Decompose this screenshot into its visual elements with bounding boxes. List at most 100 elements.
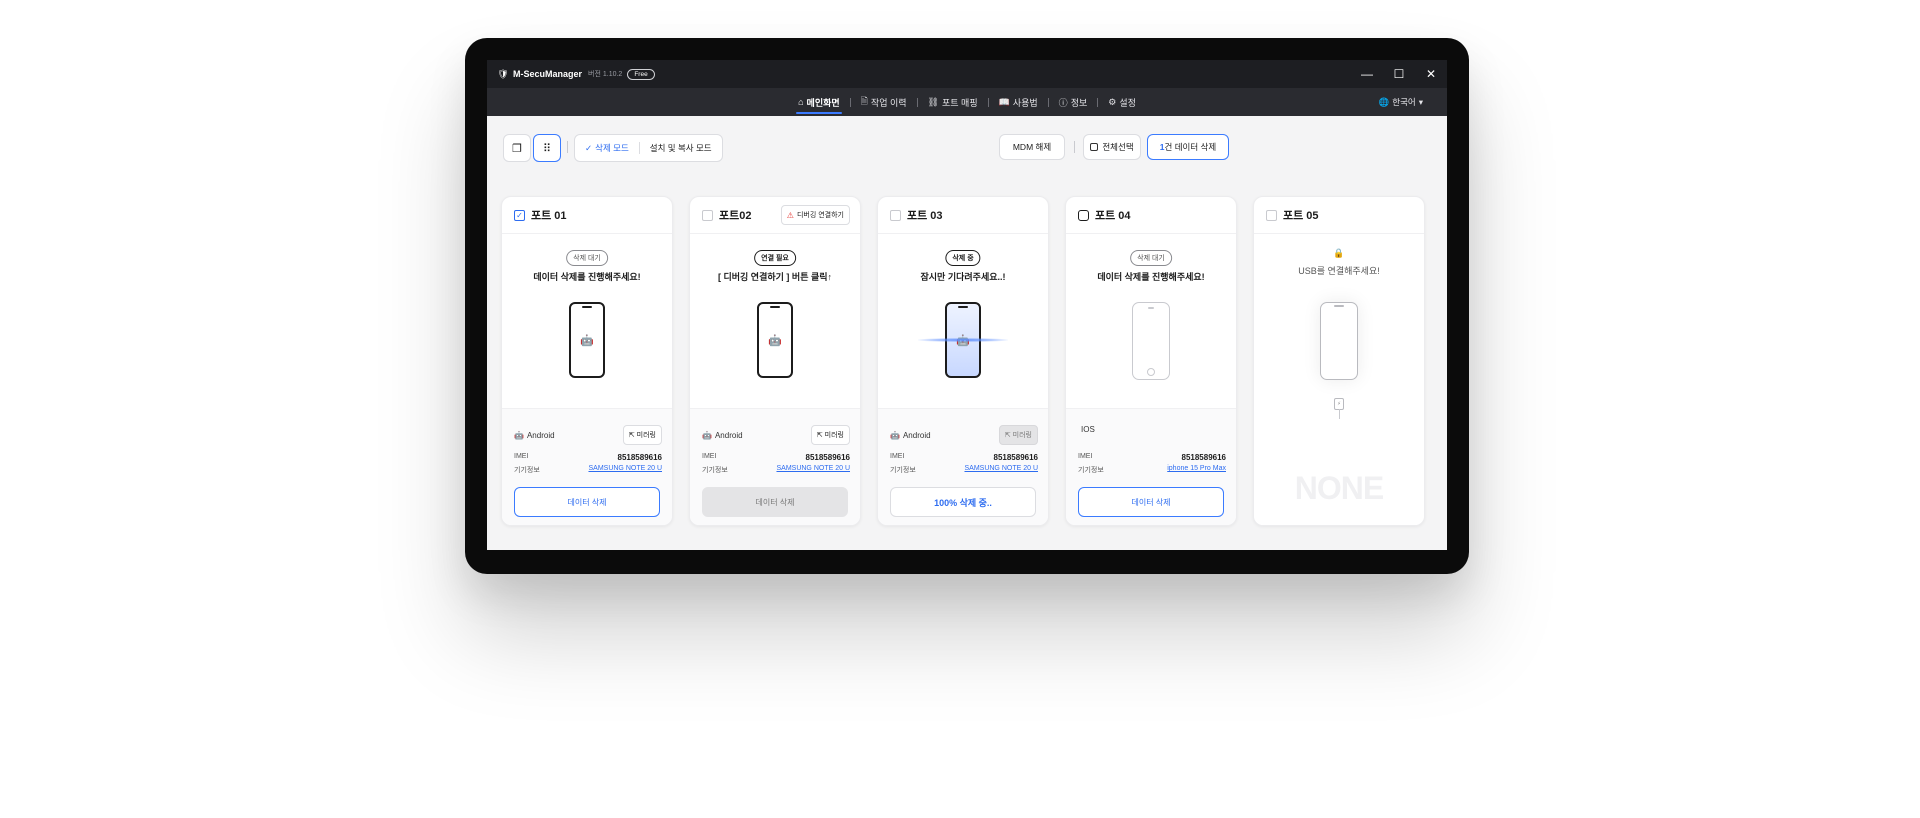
- delete-data-button[interactable]: 데이터 삭제: [1078, 487, 1224, 517]
- card-body: 🔒 USB를 연결해주세요! ⚡ NONE: [1254, 234, 1424, 525]
- nav-item-settings[interactable]: ⚙ 설정: [1100, 88, 1144, 116]
- link-icon: ⛓: [927, 96, 939, 107]
- imei-label: IMEI: [1078, 453, 1093, 460]
- android-icon: 🤖: [890, 430, 900, 440]
- nav-item-usage[interactable]: 📖 사용법: [991, 88, 1046, 116]
- check-icon: ✓: [585, 142, 593, 153]
- nav-divider: [849, 97, 851, 107]
- card-body: 삭제 중 잠시만 기다려주세요..! 🤖: [878, 234, 1048, 408]
- select-all-button[interactable]: 전체선택: [1083, 134, 1141, 160]
- language-select[interactable]: 🌐 한국어 ▾: [1379, 88, 1423, 116]
- delete-data-button[interactable]: 데이터 삭제: [514, 487, 660, 517]
- nav-item-history[interactable]: 🗎 작업 이력: [853, 88, 915, 116]
- delete-mode-button[interactable]: ✓ 삭제 모드: [575, 135, 639, 161]
- card-header: 포트02 ⚠ 디버깅 연결하기: [690, 197, 860, 234]
- mirroring-label: 미러링: [1012, 432, 1032, 439]
- nav-divider: [1047, 97, 1049, 107]
- toolbar-divider: [1074, 141, 1075, 153]
- card-header: ✓ 포트 01: [502, 197, 672, 234]
- status-message: 데이터 삭제를 진행해주세요!: [533, 272, 641, 282]
- chevron-down-icon: ▾: [1418, 96, 1423, 107]
- debug-connect-button[interactable]: ⚠ 디버깅 연결하기: [780, 205, 850, 225]
- card-body: 삭제 대기 데이터 삭제를 진행해주세요!: [1066, 234, 1236, 408]
- card-header: 포트 05: [1254, 197, 1424, 234]
- close-button[interactable]: ✕: [1415, 60, 1447, 88]
- delete-selected-label: 건 데이터 삭제: [1164, 142, 1217, 152]
- port-checkbox[interactable]: ✓: [514, 209, 525, 221]
- imei-value: 8518589616: [993, 453, 1039, 462]
- external-link-icon: ⇱: [628, 432, 635, 439]
- book-icon: 📖: [998, 96, 1010, 107]
- mdm-release-button[interactable]: MDM 해제: [999, 134, 1065, 160]
- card-body: 연결 필요 [ 디버깅 연결하기 ] 버튼 클릭↑ 🤖: [690, 234, 860, 408]
- delete-selected-button[interactable]: 1 건 데이터 삭제: [1147, 134, 1229, 160]
- mirroring-button[interactable]: ⇱ 미러링: [622, 425, 662, 445]
- device-row: 기기정보 SAMSUNG NOTE 20 U: [890, 465, 1038, 475]
- os-name: Android: [902, 430, 931, 440]
- install-copy-mode-button[interactable]: 설치 및 복사 모드: [640, 135, 722, 161]
- mirroring-button[interactable]: ⇱ 미러링: [810, 425, 850, 445]
- home-icon: ⌂: [798, 97, 804, 107]
- card-footer: 🤖 Android ⇱ 미러링 IMEI 8518589616 기기정보 SAM…: [690, 408, 860, 525]
- os-row: 🤖 Android ⇱ 미러링: [702, 425, 850, 445]
- os-row: IOS: [1078, 425, 1226, 434]
- port-checkbox[interactable]: [702, 209, 713, 221]
- usb-cable: [1339, 409, 1340, 419]
- info-icon: ⓘ: [1058, 97, 1068, 108]
- card-header: 포트 03: [878, 197, 1048, 234]
- imei-label: IMEI: [890, 453, 905, 460]
- delete-data-button: 데이터 삭제: [702, 487, 848, 517]
- nav-label: 포트 매핑: [941, 97, 978, 108]
- nav-item-port-mapping[interactable]: ⛓ 포트 매핑: [920, 88, 986, 116]
- device-link[interactable]: SAMSUNG NOTE 20 U: [588, 465, 662, 475]
- grid-view-button[interactable]: ⠿: [533, 134, 561, 162]
- device-label: 기기정보: [1078, 467, 1104, 474]
- port-card: 포트 03 삭제 중 잠시만 기다려주세요..! 🤖 🤖 Android ⇱: [877, 196, 1049, 526]
- nav-item-main[interactable]: ⌂ 메인화면: [790, 88, 848, 116]
- status-message: [ 디버깅 연결하기 ] 버튼 클릭↑: [717, 272, 833, 282]
- os-label: IOS: [1078, 425, 1095, 434]
- os-label: 🤖 Android: [702, 431, 743, 440]
- phone-illustration: 🤖: [757, 302, 793, 378]
- device-label: 기기정보: [514, 467, 540, 474]
- maximize-button[interactable]: ☐: [1383, 60, 1415, 88]
- language-label: 한국어: [1392, 97, 1416, 107]
- app-window: 🛡 M-SecuManager 버전 1.10.2 Free — ☐ ✕ ⌂ 메…: [487, 60, 1447, 550]
- android-icon: 🤖: [768, 334, 782, 347]
- android-icon: 🤖: [702, 430, 712, 440]
- mode-switch: ✓ 삭제 모드 설치 및 복사 모드: [574, 134, 723, 162]
- imei-label: IMEI: [702, 453, 717, 460]
- app-version: 버전 1.10.2: [588, 71, 623, 78]
- port-card: 포트 05 🔒 USB를 연결해주세요! ⚡ NONE: [1253, 196, 1425, 526]
- imei-row: IMEI 8518589616: [702, 453, 850, 462]
- nav-divider: [1097, 97, 1099, 107]
- device-link[interactable]: SAMSUNG NOTE 20 U: [776, 465, 850, 475]
- toolbar: ❐ ⠿ ✓ 삭제 모드 설치 및 복사 모드 MDM 해제 전체선택 1 건 데…: [487, 116, 1447, 176]
- card-view-button[interactable]: ❐: [503, 134, 531, 162]
- device-row: 기기정보 iphone 15 Pro Max: [1078, 465, 1226, 475]
- phone-placeholder: [1320, 302, 1358, 380]
- app-logo-icon: 🛡: [497, 68, 509, 79]
- port-checkbox[interactable]: [1078, 209, 1089, 221]
- warning-icon: ⚠: [786, 210, 794, 220]
- port-checkbox[interactable]: [1266, 209, 1277, 221]
- device-link[interactable]: SAMSUNG NOTE 20 U: [964, 465, 1038, 475]
- document-icon: 🗎: [860, 96, 868, 106]
- app-title: M-SecuManager: [513, 69, 583, 79]
- external-link-icon: ⇱: [816, 432, 823, 439]
- nav-label: 작업 이력: [870, 97, 907, 108]
- home-button-shape: [1147, 368, 1155, 376]
- port-checkbox[interactable]: [890, 209, 901, 221]
- card-footer: IOS IMEI 8518589616 기기정보 iphone 15 Pro M…: [1066, 408, 1236, 525]
- nav-item-info[interactable]: ⓘ 정보: [1051, 88, 1096, 116]
- minimize-button[interactable]: —: [1351, 60, 1383, 88]
- port-label: 포트 03: [907, 210, 943, 222]
- imei-row: IMEI 8518589616: [514, 453, 662, 462]
- device-label: 기기정보: [890, 467, 916, 474]
- device-link[interactable]: iphone 15 Pro Max: [1167, 465, 1226, 475]
- status-badge: 삭제 중: [945, 250, 981, 266]
- port-card: 포트 04 삭제 대기 데이터 삭제를 진행해주세요! IOS IMEI 851…: [1065, 196, 1237, 526]
- tablet-frame: 🛡 M-SecuManager 버전 1.10.2 Free — ☐ ✕ ⌂ 메…: [465, 38, 1469, 574]
- os-name: IOS: [1081, 425, 1095, 434]
- card-body: 삭제 대기 데이터 삭제를 진행해주세요! 🤖: [502, 234, 672, 408]
